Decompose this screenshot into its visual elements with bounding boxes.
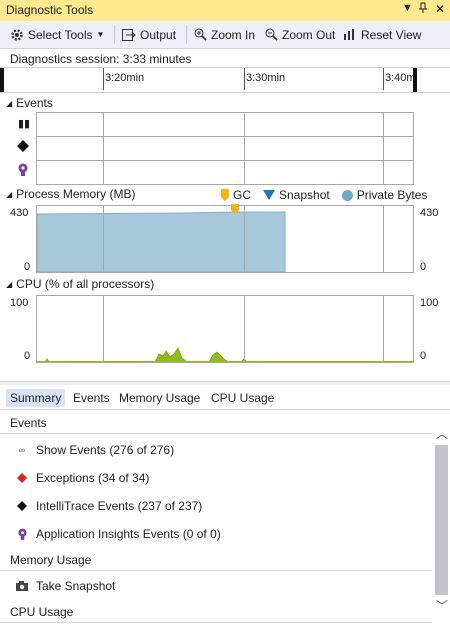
exceptions-link[interactable]: Exceptions (34 of 34) bbox=[16, 468, 149, 488]
intellitrace-events-label: IntelliTrace Events (237 of 237) bbox=[36, 499, 203, 513]
summary-scrollbar[interactable]: ︿ ﹀ bbox=[433, 425, 450, 614]
take-snapshot-label: Take Snapshot bbox=[36, 579, 116, 593]
intellitrace-events-link[interactable]: IntelliTrace Events (237 of 237) bbox=[16, 496, 202, 516]
select-tools-label: Select Tools bbox=[28, 27, 93, 42]
memory-chart[interactable] bbox=[36, 204, 414, 273]
events-track-header[interactable]: ◢ Events bbox=[6, 96, 53, 110]
collapse-triangle-icon[interactable]: ◢ bbox=[6, 99, 12, 108]
take-snapshot-link[interactable]: Take Snapshot bbox=[16, 576, 115, 596]
tab-memory-usage[interactable]: Memory Usage bbox=[115, 389, 204, 407]
intellitrace-diamond-icon bbox=[16, 500, 28, 512]
timeline-tick-label: 3:40m bbox=[385, 72, 416, 84]
scroll-up-icon[interactable]: ︿ bbox=[436, 425, 448, 442]
memory-legend: GC Snapshot Private Bytes bbox=[221, 188, 427, 202]
zoom-out-icon bbox=[265, 28, 278, 41]
zoom-out-label: Zoom Out bbox=[282, 27, 336, 42]
memory-axis-min-left: 0 bbox=[24, 261, 31, 273]
scroll-down-icon[interactable]: ﹀ bbox=[436, 597, 448, 614]
app-insights-events-link[interactable]: Application Insights Events (0 of 0) bbox=[16, 524, 221, 544]
show-events-label: Show Events (276 of 276) bbox=[36, 443, 175, 457]
chevron-down-icon[interactable]: ▼ bbox=[402, 2, 413, 14]
session-duration: Diagnostics session: 3:33 minutes bbox=[10, 52, 192, 66]
timeline-tick-label: 3:20min bbox=[105, 72, 145, 84]
show-events-icon: ∞ bbox=[18, 445, 26, 455]
zoom-in-icon bbox=[194, 28, 207, 41]
output-label: Output bbox=[140, 27, 177, 42]
legend-label-snapshot: Snapshot bbox=[279, 188, 330, 202]
app-insights-events-label: Application Insights Events (0 of 0) bbox=[36, 527, 221, 541]
details-tab-strip: Summary Events Memory Usage CPU Usage bbox=[0, 387, 450, 410]
collapse-triangle-icon[interactable]: ◢ bbox=[6, 280, 12, 289]
timeline-ruler[interactable]: 3:20min 3:30min 3:40m bbox=[0, 67, 450, 93]
summary-cpu-header: CPU Usage bbox=[0, 601, 432, 623]
gc-marker[interactable] bbox=[231, 204, 239, 214]
show-events-link[interactable]: ∞ Show Events (276 of 276) bbox=[16, 440, 174, 460]
reset-view-icon bbox=[344, 29, 354, 40]
pause-icon: ▮▮ bbox=[18, 118, 31, 130]
legend-label-private-bytes: Private Bytes bbox=[356, 188, 428, 202]
chevron-down-icon: ▼ bbox=[96, 30, 105, 39]
tab-events[interactable]: Events bbox=[69, 389, 114, 407]
exceptions-label: Exceptions (34 of 34) bbox=[36, 471, 150, 485]
cpu-axis-max-left: 100 bbox=[10, 297, 29, 309]
events-track-grid[interactable] bbox=[36, 112, 414, 185]
events-track-title: Events bbox=[16, 96, 53, 110]
intellitrace-diamond-icon bbox=[17, 140, 29, 155]
zoom-in-label: Zoom In bbox=[211, 27, 256, 42]
tab-summary[interactable]: Summary bbox=[6, 389, 66, 407]
legend-label-gc: GC bbox=[233, 188, 251, 202]
cpu-axis-min-left: 0 bbox=[24, 350, 31, 362]
snapshot-marker-icon bbox=[263, 190, 275, 200]
memory-track-header[interactable]: ◢ Process Memory (MB) bbox=[6, 187, 136, 201]
summary-memory-header: Memory Usage bbox=[0, 549, 432, 571]
cpu-track-title: CPU (% of all processors) bbox=[16, 277, 155, 291]
pin-icon[interactable] bbox=[418, 2, 428, 17]
memory-track-title: Process Memory (MB) bbox=[16, 187, 136, 201]
memory-axis-max-right: 430 bbox=[420, 207, 439, 219]
toolbar: Select Tools ▼ Output Zoom In Zoom Out R… bbox=[0, 21, 450, 49]
select-tools-button[interactable]: Select Tools ▼ bbox=[10, 25, 104, 44]
window-title: Diagnostic Tools bbox=[6, 3, 94, 17]
reset-view-label: Reset View bbox=[361, 27, 422, 42]
gc-marker-icon bbox=[221, 189, 229, 201]
memory-axis-min-right: 0 bbox=[420, 261, 427, 273]
gear-icon bbox=[11, 28, 23, 41]
output-icon bbox=[122, 28, 136, 41]
exception-diamond-icon bbox=[16, 472, 28, 484]
summary-events-header: Events bbox=[0, 412, 432, 434]
cpu-track-header[interactable]: ◢ CPU (% of all processors) bbox=[6, 277, 154, 291]
timeline-left-handle[interactable] bbox=[0, 68, 4, 92]
output-button[interactable]: Output bbox=[122, 25, 176, 44]
private-bytes-marker-icon bbox=[341, 189, 353, 201]
memory-axis-max-left: 430 bbox=[10, 207, 29, 219]
timeline-tick-label: 3:30min bbox=[246, 72, 286, 84]
memory-area bbox=[37, 211, 286, 272]
scrollbar-thumb[interactable] bbox=[435, 445, 448, 595]
collapse-triangle-icon[interactable]: ◢ bbox=[6, 190, 12, 199]
zoom-in-button[interactable]: Zoom In bbox=[194, 25, 255, 44]
cpu-chart[interactable] bbox=[36, 295, 414, 363]
reset-view-button[interactable]: Reset View bbox=[343, 25, 421, 44]
app-insights-bulb-icon bbox=[16, 528, 28, 540]
app-insights-bulb-icon bbox=[18, 163, 28, 180]
cpu-axis-max-right: 100 bbox=[420, 297, 439, 309]
cpu-area bbox=[37, 347, 413, 362]
cpu-axis-min-right: 0 bbox=[420, 350, 427, 362]
zoom-out-button[interactable]: Zoom Out bbox=[265, 25, 335, 44]
window-title-bar: Diagnostic Tools ▼ ✕ bbox=[0, 0, 450, 21]
camera-icon bbox=[16, 580, 28, 592]
tab-cpu-usage[interactable]: CPU Usage bbox=[207, 389, 278, 407]
close-icon[interactable]: ✕ bbox=[435, 2, 445, 16]
